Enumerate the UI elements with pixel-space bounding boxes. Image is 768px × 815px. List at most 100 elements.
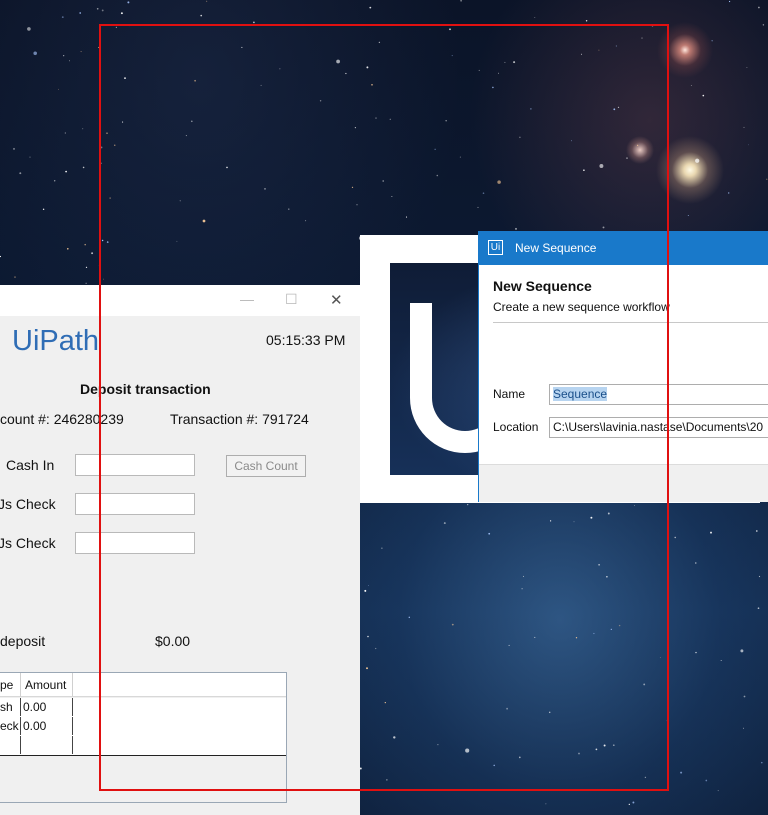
- star: [451, 623, 454, 626]
- grid-cell-type[interactable]: sh: [0, 698, 21, 716]
- star: [634, 505, 635, 507]
- star: [369, 6, 372, 9]
- deposit-app-window: — ☐ ✕ UiPath 05:15:33 PM Deposit transac…: [0, 285, 360, 815]
- minimize-icon[interactable]: —: [240, 291, 254, 307]
- star: [253, 21, 255, 24]
- star: [69, 60, 71, 62]
- star: [386, 779, 388, 781]
- star: [100, 146, 103, 149]
- star: [206, 0, 208, 2]
- star: [727, 192, 730, 194]
- star: [85, 266, 88, 269]
- star: [445, 120, 447, 122]
- star: [449, 28, 451, 31]
- grid-header-amount[interactable]: Amount: [21, 673, 73, 697]
- star: [27, 27, 31, 31]
- check-2-input[interactable]: [75, 532, 195, 554]
- star: [19, 172, 22, 175]
- star: [610, 628, 612, 630]
- star: [687, 215, 689, 216]
- star: [613, 108, 616, 111]
- star: [82, 128, 84, 130]
- star: [626, 157, 628, 159]
- star: [599, 164, 604, 168]
- star: [176, 240, 178, 242]
- name-label: Name: [493, 387, 526, 401]
- star: [478, 69, 480, 71]
- star: [378, 41, 381, 44]
- star: [202, 219, 206, 223]
- star: [549, 520, 552, 522]
- star: [695, 158, 700, 163]
- dialog-title: New Sequence: [515, 241, 597, 255]
- table-row[interactable]: [0, 736, 286, 756]
- star: [106, 241, 109, 243]
- star: [336, 59, 340, 64]
- close-icon[interactable]: ✕: [330, 291, 343, 309]
- star: [106, 132, 108, 134]
- table-row[interactable]: sh 0.00: [0, 698, 286, 718]
- check-2-label: Js Check: [0, 535, 56, 551]
- star: [436, 174, 439, 177]
- star: [743, 695, 746, 698]
- star: [508, 644, 510, 646]
- star: [519, 136, 521, 139]
- star: [644, 776, 647, 779]
- star: [755, 530, 758, 532]
- star: [64, 132, 66, 134]
- grid-cell-type[interactable]: eck: [0, 717, 21, 735]
- star: [680, 771, 683, 774]
- star: [98, 264, 101, 267]
- name-field[interactable]: Sequence: [549, 384, 768, 405]
- maximize-icon[interactable]: ☐: [285, 291, 298, 308]
- star: [702, 94, 705, 97]
- dialog-footer: [479, 464, 768, 502]
- star: [758, 575, 761, 578]
- title-bar: — ☐ ✕: [0, 285, 360, 316]
- table-row[interactable]: eck 0.00: [0, 717, 286, 737]
- uipath-logo: UiPath: [12, 325, 100, 357]
- star: [493, 764, 495, 767]
- star: [534, 636, 536, 638]
- star: [13, 147, 15, 150]
- star: [82, 166, 85, 169]
- star: [200, 14, 203, 17]
- star: [127, 1, 130, 4]
- star: [612, 744, 615, 747]
- check-1-input[interactable]: [75, 493, 195, 515]
- star: [14, 276, 16, 278]
- star: [79, 12, 82, 14]
- grid-cell-amount[interactable]: 0.00: [21, 698, 73, 716]
- star: [615, 45, 617, 47]
- star: [717, 790, 719, 792]
- star: [488, 532, 491, 535]
- star: [761, 761, 763, 764]
- star: [758, 6, 760, 9]
- grid-cell-type[interactable]: [0, 736, 21, 754]
- transaction-number: Transaction #: 791724: [170, 411, 309, 427]
- dialog-title-bar[interactable]: Ui New Sequence: [479, 232, 768, 265]
- star: [434, 148, 436, 150]
- grid-cell-amount[interactable]: [21, 736, 73, 754]
- star: [628, 803, 630, 806]
- star: [91, 252, 94, 255]
- grid-cell-amount[interactable]: 0.00: [21, 717, 73, 735]
- cash-count-button[interactable]: Cash Count: [226, 455, 306, 477]
- cash-in-input[interactable]: [75, 454, 195, 476]
- star: [65, 170, 67, 173]
- star: [389, 118, 391, 120]
- star: [42, 208, 45, 211]
- star: [100, 162, 102, 165]
- deposit-grid[interactable]: pe Amount sh 0.00 eck 0.00: [0, 672, 287, 803]
- star: [530, 108, 532, 110]
- divider: [493, 322, 768, 323]
- star: [598, 49, 600, 51]
- grid-header-type[interactable]: pe: [0, 673, 21, 697]
- star: [109, 197, 111, 199]
- star: [345, 72, 347, 75]
- star: [762, 24, 765, 26]
- star: [364, 589, 367, 592]
- star: [545, 803, 547, 805]
- star: [185, 135, 187, 137]
- location-field[interactable]: C:\Users\lavinia.nastase\Documents\20: [549, 417, 768, 438]
